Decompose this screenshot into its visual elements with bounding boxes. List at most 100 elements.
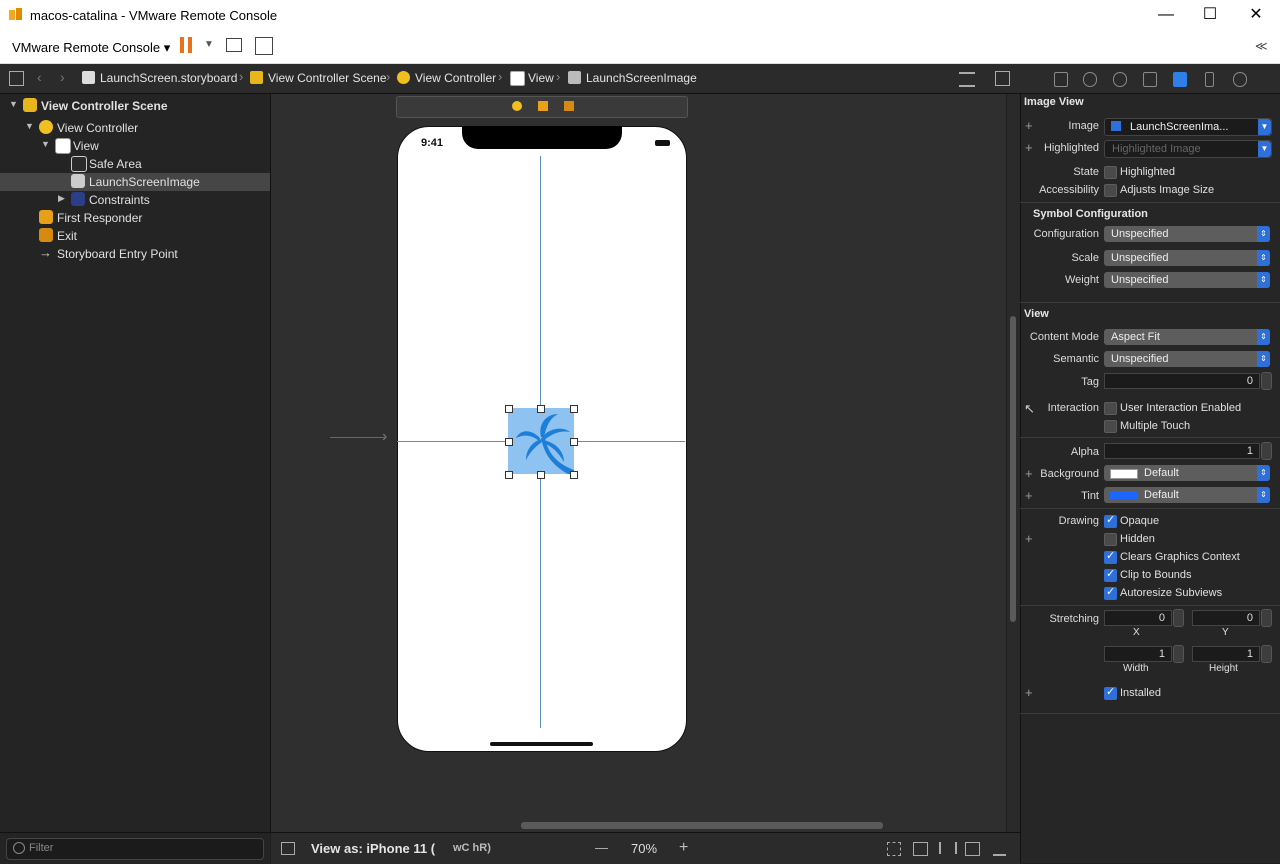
alpha-field[interactable]: 1	[1104, 443, 1260, 459]
hidden-checkbox[interactable]	[1104, 533, 1117, 546]
stretch-y-field[interactable]: 0	[1192, 610, 1260, 626]
crumb-view-controller[interactable]: View Controller	[415, 71, 496, 85]
zoom-out-button[interactable]: —	[595, 840, 608, 855]
view-as-label[interactable]: View as: iPhone 11 (	[311, 841, 435, 856]
fullscreen-icon[interactable]	[255, 37, 273, 55]
resize-handle[interactable]	[505, 471, 513, 479]
resize-handle[interactable]	[570, 471, 578, 479]
stretch-x-stepper[interactable]	[1173, 609, 1184, 627]
content-mode-popup[interactable]: Aspect Fit ⇕	[1104, 329, 1270, 345]
launch-screen-image[interactable]	[508, 408, 574, 474]
align-icon[interactable]	[939, 842, 957, 854]
resize-handle[interactable]	[570, 438, 578, 446]
user-interaction-checkbox[interactable]	[1104, 402, 1117, 415]
outline-row-constraints[interactable]: ▶ Constraints	[0, 191, 270, 209]
stretch-width-stepper[interactable]	[1173, 645, 1184, 663]
crumb-scene[interactable]: View Controller Scene	[268, 71, 387, 85]
stretch-y-stepper[interactable]	[1261, 609, 1272, 627]
collapse-toolbar-button[interactable]: ≪	[1255, 39, 1268, 53]
attributes-inspector-icon[interactable]	[1173, 72, 1187, 87]
stretch-width-field[interactable]: 1	[1104, 646, 1172, 662]
history-inspector-icon[interactable]	[1083, 72, 1097, 87]
add-editor-icon[interactable]	[995, 71, 1010, 86]
disclosure-closed-icon[interactable]: ▶	[58, 193, 65, 204]
installed-checkbox[interactable]	[1104, 685, 1117, 700]
back-chevron-icon[interactable]: ‹	[37, 69, 42, 85]
disclosure-open-icon[interactable]: ▼	[9, 99, 18, 109]
outline-row-safe-area[interactable]: Safe Area	[0, 155, 270, 173]
multiple-touch-checkbox[interactable]	[1104, 420, 1117, 433]
semantic-popup[interactable]: Unspecified ⇕	[1104, 351, 1270, 367]
update-frames-icon[interactable]	[887, 842, 901, 856]
adjusts-image-size-checkbox[interactable]	[1104, 184, 1117, 197]
add-variation-icon[interactable]: +	[1025, 531, 1033, 546]
first-responder-icon[interactable]	[538, 101, 548, 111]
size-inspector-icon[interactable]	[1205, 72, 1214, 87]
filter-field[interactable]: Filter	[6, 838, 264, 860]
clears-graphics-checkbox[interactable]	[1104, 549, 1117, 564]
background-popup[interactable]: Default ⇕	[1104, 465, 1270, 481]
weight-popup[interactable]: Unspecified ⇕	[1104, 272, 1270, 288]
crumb-launch-image[interactable]: LaunchScreenImage	[586, 71, 697, 85]
file-inspector-icon[interactable]	[1054, 72, 1068, 87]
forward-chevron-icon[interactable]: ›	[60, 69, 65, 85]
autoresize-checkbox[interactable]	[1104, 585, 1117, 600]
outline-row-launch-image[interactable]: LaunchScreenImage	[0, 173, 270, 191]
view-controller-icon[interactable]	[512, 101, 522, 111]
close-button[interactable]: ✕	[1242, 4, 1270, 26]
minimize-button[interactable]: —	[1152, 4, 1180, 26]
highlighted-image-combo[interactable]: Highlighted Image ▼	[1104, 140, 1272, 158]
highlighted-checkbox[interactable]	[1104, 166, 1117, 179]
add-variation-icon[interactable]: +	[1025, 118, 1033, 133]
tag-stepper[interactable]	[1261, 372, 1272, 390]
tint-popup[interactable]: Default ⇕	[1104, 487, 1270, 503]
vmware-menu[interactable]: VMware Remote Console ▾	[12, 40, 170, 56]
stretch-height-stepper[interactable]	[1261, 645, 1272, 663]
horizontal-scroll-thumb[interactable]	[521, 822, 883, 829]
resolve-issues-icon[interactable]	[993, 842, 1006, 856]
pause-icon[interactable]	[180, 37, 184, 53]
connections-inspector-icon[interactable]	[1233, 72, 1247, 87]
vertical-scroll-thumb[interactable]	[1010, 316, 1016, 622]
resize-handle[interactable]	[537, 471, 545, 479]
resize-handle[interactable]	[505, 438, 513, 446]
pause-dropdown-icon[interactable]: ▼	[204, 39, 214, 50]
maximize-button[interactable]: ☐	[1196, 4, 1224, 26]
toggle-outline-icon[interactable]	[281, 842, 295, 855]
editor-options-icon[interactable]	[959, 72, 975, 87]
configuration-popup[interactable]: Unspecified ⇕	[1104, 226, 1270, 242]
alpha-stepper[interactable]	[1261, 442, 1272, 460]
opaque-checkbox[interactable]	[1104, 513, 1117, 528]
stretch-x-field[interactable]: 0	[1104, 610, 1172, 626]
add-variation-icon[interactable]: +	[1025, 685, 1033, 700]
resize-handle[interactable]	[570, 405, 578, 413]
send-keys-icon[interactable]	[226, 38, 242, 52]
image-combo[interactable]: LaunchScreenIma... ▼	[1104, 118, 1272, 136]
outline-row-view-controller[interactable]: ▼ View Controller	[0, 119, 270, 137]
zoom-in-button[interactable]: +	[679, 839, 688, 857]
scene-dock[interactable]	[396, 96, 688, 118]
add-variation-icon[interactable]: +	[1025, 140, 1033, 155]
outline-row-view[interactable]: ▼ View	[0, 137, 270, 155]
outline-row-entry-point[interactable]: → Storyboard Entry Point	[0, 245, 270, 263]
crumb-storyboard[interactable]: LaunchScreen.storyboard	[100, 71, 237, 85]
help-inspector-icon[interactable]	[1113, 72, 1127, 87]
outline-row-exit[interactable]: Exit	[0, 227, 270, 245]
resize-handle[interactable]	[505, 405, 513, 413]
outline-row-first-responder[interactable]: First Responder	[0, 209, 270, 227]
chevron-down-icon[interactable]: ▼	[1258, 119, 1271, 135]
tag-field[interactable]: 0	[1104, 373, 1260, 389]
identity-inspector-icon[interactable]	[1143, 72, 1157, 87]
embed-in-stack-icon[interactable]	[913, 842, 928, 856]
add-constraints-icon[interactable]	[965, 842, 980, 856]
disclosure-open-icon[interactable]: ▼	[41, 139, 50, 149]
scale-popup[interactable]: Unspecified ⇕	[1104, 250, 1270, 266]
grid-icon[interactable]	[9, 71, 24, 86]
stretch-height-field[interactable]: 1	[1192, 646, 1260, 662]
disclosure-open-icon[interactable]: ▼	[25, 121, 34, 131]
clip-to-bounds-checkbox[interactable]	[1104, 567, 1117, 582]
outline-row-scene[interactable]: ▼ View Controller Scene	[0, 97, 270, 115]
crumb-view[interactable]: View	[528, 71, 554, 85]
chevron-down-icon[interactable]: ▼	[1258, 141, 1271, 157]
resize-handle[interactable]	[537, 405, 545, 413]
